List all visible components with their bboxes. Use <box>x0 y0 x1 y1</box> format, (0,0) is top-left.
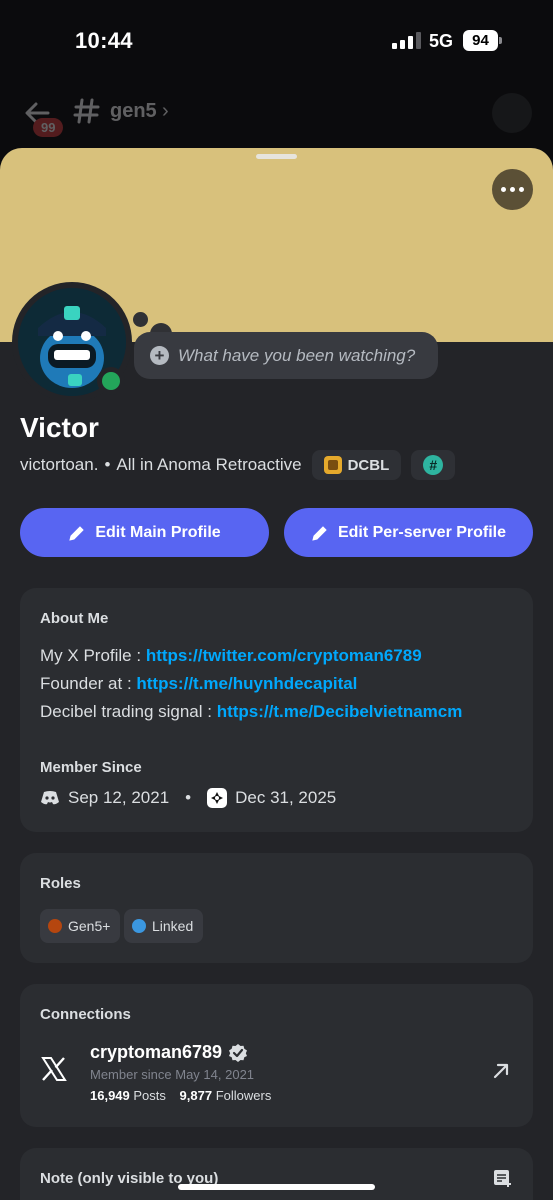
separator: • <box>185 788 192 807</box>
edit-main-profile-label: Edit Main Profile <box>95 523 221 541</box>
role-color-dot <box>48 919 62 933</box>
signal-icon <box>392 32 421 49</box>
battery-icon <box>499 37 502 44</box>
followers-label: Followers <box>215 1088 272 1103</box>
role-pill[interactable]: Linked <box>124 909 204 943</box>
followers-count: 9,877 <box>179 1088 213 1103</box>
pencil-icon <box>69 525 85 541</box>
discord-since-date: Sep 12, 2021 <box>68 788 170 807</box>
search-icon[interactable] <box>492 93 532 133</box>
plus-circle-icon: + <box>150 346 169 365</box>
bubble-tail-small <box>133 312 148 327</box>
role-name: Gen5+ <box>68 918 111 934</box>
discord-icon <box>41 791 59 805</box>
unread-badge: 99 <box>33 118 64 137</box>
connection-account[interactable]: cryptoman6789 <box>90 1042 248 1063</box>
server-tag-icon <box>323 456 342 474</box>
roles-card: Roles Gen5+ Linked <box>20 853 533 963</box>
separator: • <box>104 455 111 474</box>
hash-badge-icon: # <box>423 455 444 475</box>
server-tag-pill[interactable]: DCBL <box>311 450 402 480</box>
custom-status: All in Anoma Retroactive <box>116 455 302 474</box>
online-status-icon <box>102 372 120 390</box>
home-indicator <box>178 1184 375 1190</box>
about-me-card: About Me My X Profile : https://twitter.… <box>20 588 533 832</box>
roles-title: Roles <box>40 875 81 892</box>
connection-member-since: Member since May 14, 2021 <box>90 1067 255 1082</box>
about-line-signal: Decibel trading signal : https://t.me/De… <box>40 702 462 722</box>
edit-server-profile-button[interactable]: Edit Per-server Profile <box>284 508 533 557</box>
server-tag-label: DCBL <box>347 456 390 474</box>
status-time: 10:44 <box>75 28 133 53</box>
badge-pill[interactable]: # <box>411 450 456 480</box>
about-me-title: About Me <box>40 610 109 627</box>
chevron-right-icon: › <box>162 100 169 122</box>
role-color-dot <box>132 919 146 933</box>
pencil-icon <box>312 525 327 541</box>
server-since-date: Dec 31, 2025 <box>235 788 337 807</box>
channel-hash-icon <box>73 98 100 124</box>
profile-subline: victortoan. • All in Anoma Retroactive D… <box>20 450 456 480</box>
about-label: Decibel trading signal : <box>40 702 217 721</box>
more-options-button[interactable] <box>492 169 533 210</box>
about-line-founder: Founder at : https://t.me/huynhdecapital <box>40 674 357 694</box>
role-pill[interactable]: Gen5+ <box>40 909 121 943</box>
external-link-icon[interactable] <box>492 1062 510 1080</box>
status-placeholder: What have you been watching? <box>178 345 416 365</box>
sheet-drag-handle[interactable] <box>256 154 297 159</box>
edit-main-profile-button[interactable]: Edit Main Profile <box>20 508 269 557</box>
profile-sheet: + What have you been watching? Victor vi… <box>0 148 553 1200</box>
connection-username: cryptoman6789 <box>90 1042 223 1062</box>
connections-title: Connections <box>40 1006 131 1023</box>
network-type: 5G <box>429 31 454 51</box>
battery-level: 94 <box>463 30 498 51</box>
connection-stats: 16,949 Posts 9,877 Followers <box>90 1088 271 1103</box>
note-edit-icon[interactable] <box>493 1168 513 1188</box>
edit-buttons-row: Edit Main Profile Edit Per-server Profil… <box>20 508 533 557</box>
note-card[interactable]: Note (only visible to you) <box>20 1148 533 1200</box>
server-icon <box>207 788 228 808</box>
member-since-title: Member Since <box>40 759 142 776</box>
posts-label: Posts <box>133 1088 166 1103</box>
signal-link[interactable]: https://t.me/Decibelvietnamcm <box>217 702 463 721</box>
founder-link[interactable]: https://t.me/huynhdecapital <box>136 674 357 693</box>
role-name: Linked <box>152 918 194 934</box>
member-since-row: Sep 12, 2021 • Dec 31, 2025 <box>40 788 336 808</box>
about-label: My X Profile : <box>40 646 146 665</box>
edit-server-profile-label: Edit Per-server Profile <box>337 523 507 541</box>
status-bar: 10:44 5G 94 <box>0 0 553 80</box>
set-status-bubble[interactable]: + What have you been watching? <box>134 332 438 379</box>
about-line-x: My X Profile : https://twitter.com/crypt… <box>40 646 422 666</box>
verified-icon <box>229 1043 248 1062</box>
connections-card: Connections cryptoman6789 Member since M… <box>20 984 533 1127</box>
channel-header: 99 gen5 › <box>0 88 553 138</box>
username: victortoan. <box>20 455 99 474</box>
x-logo-icon <box>41 1057 67 1081</box>
channel-name[interactable]: gen5 <box>110 100 157 123</box>
x-profile-link[interactable]: https://twitter.com/cryptoman6789 <box>146 646 422 665</box>
about-label: Founder at : <box>40 674 137 693</box>
display-name: Victor <box>20 412 99 443</box>
posts-count: 16,949 <box>90 1088 130 1103</box>
